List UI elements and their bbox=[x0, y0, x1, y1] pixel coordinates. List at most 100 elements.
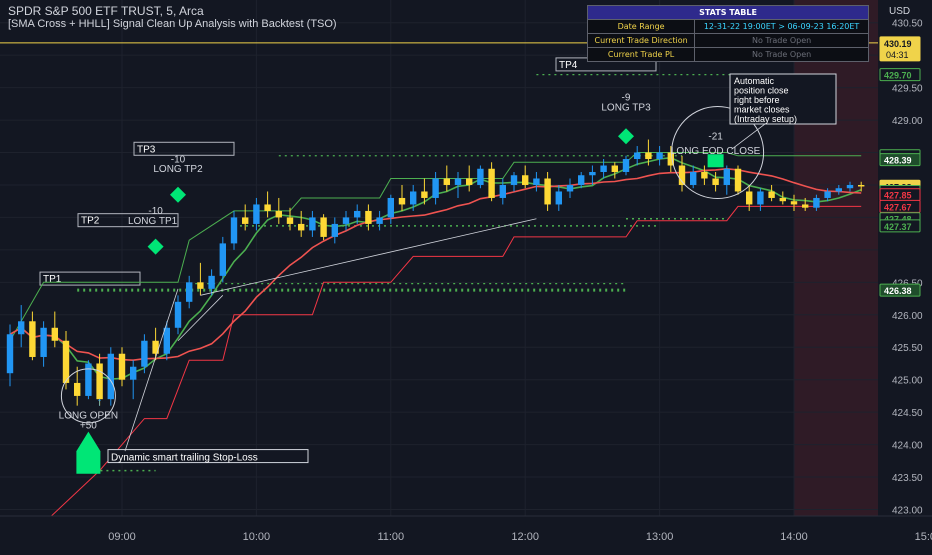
candle bbox=[118, 353, 126, 380]
candle bbox=[443, 178, 450, 185]
candle bbox=[499, 184, 506, 198]
time-tick: 10:00 bbox=[243, 531, 271, 543]
long-tp2-label: LONG TP2 bbox=[153, 164, 203, 175]
tp-label-1: TP1 bbox=[43, 274, 62, 285]
candle bbox=[813, 197, 820, 208]
candle bbox=[454, 178, 462, 185]
time-tick: 13:00 bbox=[646, 531, 674, 543]
close-note-line: (Intraday setup) bbox=[734, 114, 797, 124]
candle bbox=[544, 178, 551, 205]
date-range-value: 12-31-22 19:00ET > 06-09-23 16:20ET bbox=[694, 19, 869, 34]
candle bbox=[29, 321, 36, 357]
candle bbox=[85, 363, 92, 396]
long-tp3-label: LONG TP3 bbox=[601, 102, 651, 113]
candle bbox=[230, 217, 238, 244]
candle bbox=[286, 217, 294, 224]
price-axis[interactable]: 430.50429.50429.00426.50426.00425.50425.… bbox=[878, 0, 932, 550]
candle bbox=[634, 152, 641, 160]
candle bbox=[723, 168, 730, 185]
candle bbox=[589, 172, 596, 176]
candle bbox=[656, 152, 663, 160]
candle bbox=[18, 321, 25, 335]
candle bbox=[354, 210, 361, 218]
price-badge-text: 427.85 bbox=[884, 191, 912, 201]
price-tick: 429.00 bbox=[892, 116, 923, 127]
close-note-line: market closes bbox=[734, 105, 790, 115]
trade-direction-label: Current Trade Direction bbox=[586, 33, 696, 48]
tp-label-3: TP3 bbox=[137, 144, 156, 155]
candle bbox=[432, 178, 439, 198]
candle bbox=[846, 184, 854, 189]
candle bbox=[533, 178, 540, 185]
price-badge-text: 430.19 bbox=[884, 39, 912, 49]
candle bbox=[163, 327, 170, 354]
candle bbox=[130, 366, 137, 380]
price-tick: 423.00 bbox=[892, 506, 923, 517]
candle bbox=[466, 178, 473, 185]
candle bbox=[611, 165, 618, 172]
stats-table: STATS TABLE Date Range 12-31-22 19:00ET … bbox=[586, 5, 869, 62]
tp1-pts: -10 bbox=[148, 206, 163, 217]
candle bbox=[40, 327, 47, 357]
time-tick: 09:00 bbox=[108, 531, 136, 543]
price-tick: 424.50 bbox=[892, 408, 923, 419]
price-tick: 424.00 bbox=[892, 441, 923, 452]
long-eod-label: LONG EOD CLOSE bbox=[671, 146, 761, 157]
price-badge-text: 429.70 bbox=[884, 71, 912, 81]
candle bbox=[566, 184, 574, 192]
candle bbox=[219, 243, 226, 276]
price-tick: 426.00 bbox=[892, 311, 923, 322]
time-tick: 11:00 bbox=[377, 531, 404, 543]
candle bbox=[398, 197, 406, 205]
candle bbox=[197, 282, 204, 289]
candle bbox=[62, 340, 70, 383]
symbol-title[interactable]: SPDR S&P 500 ETF TRUST, 5, Arca bbox=[8, 4, 204, 18]
price-badge-text: 428.39 bbox=[884, 156, 912, 166]
stoploss-note: Dynamic smart trailing Stop-Loss bbox=[111, 453, 258, 464]
candle bbox=[141, 340, 148, 367]
candle bbox=[768, 191, 775, 198]
time-tick: 15:00 bbox=[915, 531, 932, 543]
price-tick: 429.50 bbox=[892, 84, 923, 95]
candle bbox=[264, 204, 271, 211]
candle bbox=[387, 197, 394, 218]
close-note-line: position close bbox=[734, 86, 789, 96]
candle bbox=[477, 168, 484, 185]
tp3-pts: -9 bbox=[622, 93, 631, 104]
price-badge-text: 427.67 bbox=[884, 202, 912, 212]
candle bbox=[298, 223, 305, 231]
candle bbox=[522, 175, 529, 185]
close-note-line: Automatic bbox=[734, 76, 775, 86]
tp-label-2: TP2 bbox=[81, 216, 100, 227]
long-arrow-icon: ↑ bbox=[97, 395, 103, 409]
close-note-line: right before bbox=[734, 95, 780, 105]
candle bbox=[824, 191, 831, 198]
price-tick: 425.50 bbox=[892, 343, 923, 354]
candle bbox=[253, 204, 260, 224]
indicator-title[interactable]: [SMA Cross + HHLL] Signal Clean Up Analy… bbox=[8, 18, 337, 30]
currency-label[interactable]: USD bbox=[889, 6, 910, 17]
candle bbox=[746, 191, 753, 205]
tp2-pts: -10 bbox=[171, 154, 186, 165]
candle bbox=[555, 191, 562, 205]
candle bbox=[107, 353, 114, 400]
stats-table-title: STATS TABLE bbox=[587, 5, 869, 20]
price-badge-text: 426.38 bbox=[884, 286, 912, 296]
candle bbox=[342, 217, 350, 224]
price-chart[interactable]: TP1TP2TP3TP4 LONG TP1-10LONG TP2-10LONG … bbox=[0, 0, 932, 555]
chart-window: TP1 TP2 TP3 TP4 LONG TP1 -10 LONG TP2 -10 LONG … bbox=[0, 0, 932, 555]
candle bbox=[802, 204, 809, 208]
candle bbox=[275, 210, 282, 218]
candle bbox=[645, 152, 652, 160]
time-axis[interactable]: 09:0010:0011:0012:0013:0014:0015:0015:45 bbox=[0, 515, 932, 550]
candle bbox=[510, 175, 518, 185]
candle bbox=[578, 175, 585, 185]
candle bbox=[365, 210, 372, 224]
candle bbox=[74, 382, 81, 396]
price-axis-bg bbox=[878, 0, 932, 550]
candle bbox=[858, 184, 865, 187]
trade-direction-value: No Trade Open bbox=[694, 33, 869, 48]
candle bbox=[320, 217, 327, 237]
candle bbox=[488, 168, 495, 198]
eod-pts: -21 bbox=[708, 132, 723, 143]
